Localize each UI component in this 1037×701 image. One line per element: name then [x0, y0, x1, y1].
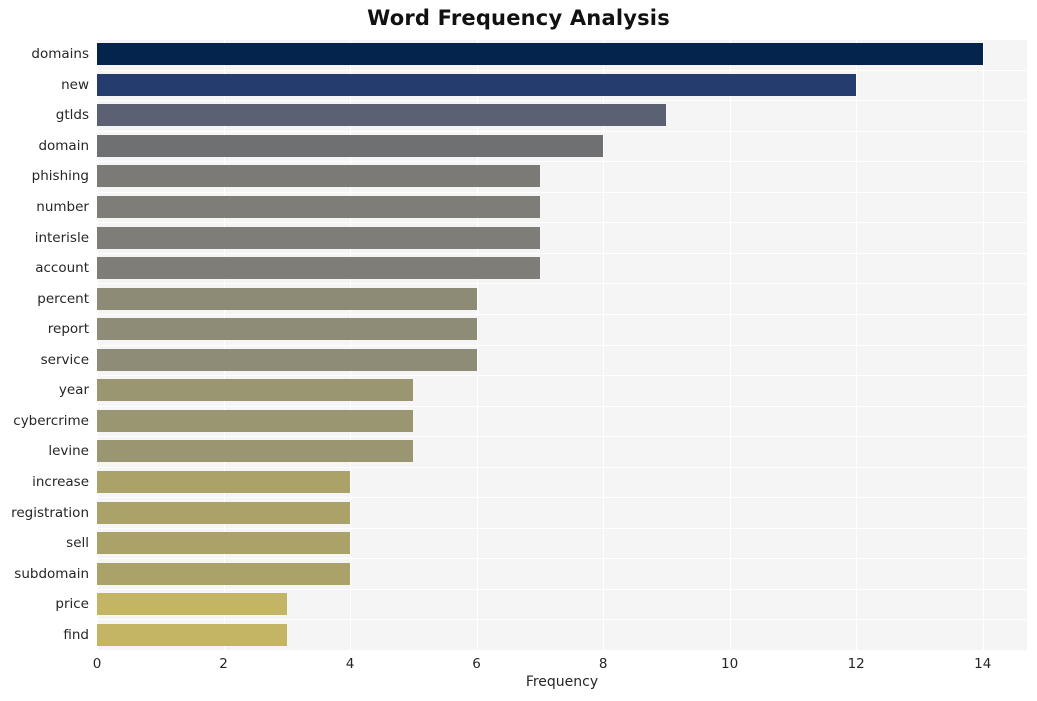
bar	[97, 562, 351, 585]
y-axis-tick-label: new	[61, 76, 89, 93]
y-axis-tick-label: report	[47, 321, 89, 338]
bar	[97, 73, 857, 96]
bar	[97, 409, 414, 432]
bar	[97, 287, 477, 310]
y-axis-tick-label: domains	[31, 46, 89, 63]
x-axis-tick-label: 6	[472, 656, 481, 672]
bar	[97, 501, 351, 524]
y-axis-tick-label: number	[36, 199, 89, 216]
y-axis-tick-label: phishing	[31, 168, 89, 185]
x-axis-tick-label: 0	[92, 656, 102, 672]
x-axis-tick-label: 8	[598, 656, 608, 672]
bar	[97, 532, 351, 555]
bar	[97, 593, 287, 616]
y-axis-tick-label: percent	[37, 290, 89, 307]
y-axis-tick-label: levine	[48, 443, 89, 460]
plot-area	[97, 39, 1027, 651]
bar	[97, 623, 287, 646]
bars-group	[97, 39, 1027, 650]
bar	[97, 379, 414, 402]
y-axis-tick-label: service	[40, 351, 89, 368]
bar	[97, 470, 351, 493]
bar	[97, 104, 667, 127]
x-axis-tick-label: 14	[974, 656, 992, 672]
y-axis-tick-label: domain	[38, 137, 89, 154]
y-axis-tick-label: cybercrime	[13, 412, 89, 429]
x-axis-tick-label: 12	[847, 656, 865, 672]
y-axis-tick-label: subdomain	[14, 565, 89, 582]
bar	[97, 134, 604, 157]
bar	[97, 226, 540, 249]
y-axis-tick-labels: domains new gtlds domain phishing number inter…	[0, 39, 97, 650]
y-axis-tick-label: price	[55, 596, 89, 613]
word-frequency-chart: Word Frequency Analysis domains new gtlds d…	[0, 0, 1037, 701]
y-axis-tick-label: sell	[66, 535, 89, 552]
y-axis-tick-label: increase	[32, 473, 89, 490]
bar	[97, 257, 540, 280]
x-axis-title: Frequency	[525, 674, 599, 690]
y-axis-tick-label: find	[63, 626, 89, 643]
y-axis-tick-label: interisle	[34, 229, 89, 246]
bar	[97, 43, 983, 66]
bar	[97, 348, 477, 371]
x-axis-tick-label: 10	[721, 656, 739, 672]
y-axis-tick-label: gtlds	[55, 107, 89, 124]
chart-title: Word Frequency Analysis	[367, 6, 670, 30]
bar	[97, 440, 414, 463]
y-axis-tick-label: registration	[11, 504, 89, 521]
x-axis-tick-label: 4	[345, 656, 355, 672]
y-axis-tick-label: year	[58, 382, 89, 399]
bar	[97, 196, 540, 219]
y-axis-tick-label: account	[35, 260, 89, 277]
bar	[97, 318, 477, 341]
bar	[97, 165, 540, 188]
x-axis-tick-label: 2	[219, 656, 228, 672]
